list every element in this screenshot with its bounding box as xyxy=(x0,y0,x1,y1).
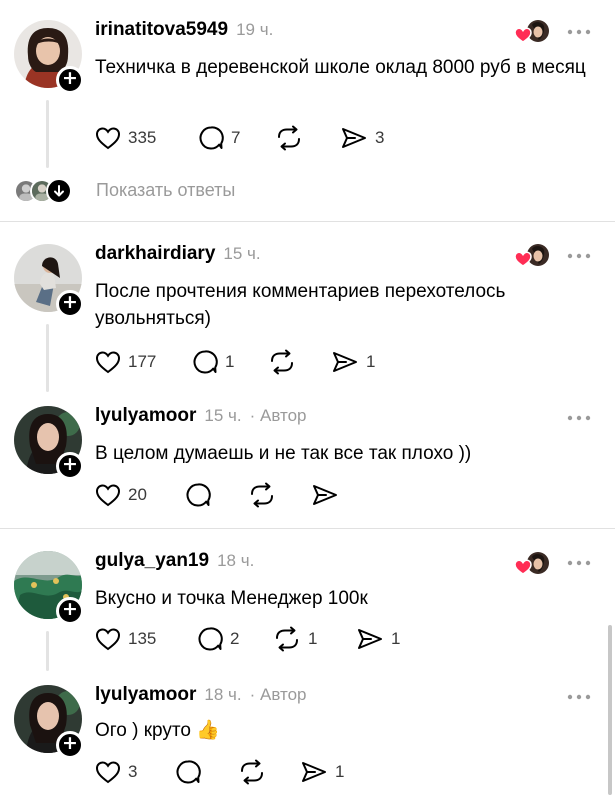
follow-plus-icon[interactable]: + xyxy=(56,597,84,625)
comment-icon xyxy=(185,482,211,508)
username[interactable]: darkhairdiary xyxy=(95,243,215,265)
repost-icon xyxy=(273,626,301,652)
timestamp: 18 ч. xyxy=(204,685,242,704)
comment-button[interactable]: 1 xyxy=(192,347,234,377)
repost-count: 1 xyxy=(308,629,318,648)
comment-button[interactable] xyxy=(185,480,211,510)
comment-count: 2 xyxy=(230,629,240,648)
repost-button[interactable] xyxy=(275,123,310,153)
repost-button[interactable]: 1 xyxy=(273,624,317,654)
like-count: 335 xyxy=(128,128,157,147)
comment-icon xyxy=(175,759,201,785)
repost-button[interactable] xyxy=(238,757,266,787)
share-icon xyxy=(331,350,359,374)
like-button[interactable]: 3 xyxy=(95,757,137,787)
show-replies-link[interactable]: Показать ответы xyxy=(96,180,235,201)
timestamp: 19 ч. xyxy=(236,20,274,39)
repost-icon xyxy=(268,349,296,375)
share-count: 3 xyxy=(375,128,385,147)
thread-line xyxy=(46,631,49,671)
like-count: 3 xyxy=(128,762,138,781)
follow-plus-icon[interactable]: + xyxy=(56,66,84,94)
repost-icon xyxy=(248,482,276,508)
repost-button[interactable] xyxy=(268,347,303,377)
author-tag: · Автор xyxy=(249,685,307,704)
comment-count: 7 xyxy=(231,128,241,147)
share-icon xyxy=(300,760,328,784)
like-count: 177 xyxy=(128,352,157,371)
liked-by-author-icon xyxy=(514,17,550,45)
post-text: Ого ) круто 👍 xyxy=(95,720,220,741)
post-text: После прочтения комментариев перехотелос… xyxy=(95,281,506,329)
comment-count: 1 xyxy=(225,352,235,371)
share-icon xyxy=(356,627,384,651)
more-options-icon[interactable] xyxy=(567,558,591,568)
more-options-icon[interactable] xyxy=(567,27,591,37)
liked-by-author-icon xyxy=(514,241,550,269)
chevron-down-icon xyxy=(46,178,72,204)
repost-button[interactable] xyxy=(248,480,276,510)
avatar[interactable]: + xyxy=(14,244,84,318)
like-button[interactable]: 335 xyxy=(95,123,156,153)
comment-icon xyxy=(192,349,218,375)
comment-icon xyxy=(198,125,224,151)
timestamp: 15 ч. xyxy=(223,244,261,263)
follow-plus-icon[interactable]: + xyxy=(56,452,84,480)
username[interactable]: irinatitova5949 xyxy=(95,19,228,41)
repost-icon xyxy=(275,125,303,151)
more-options-icon[interactable] xyxy=(567,251,591,261)
username[interactable]: lyulyamoor xyxy=(95,405,196,427)
divider xyxy=(0,221,615,222)
comment-button[interactable]: 2 xyxy=(197,624,239,654)
username[interactable]: gulya_yan19 xyxy=(95,550,209,572)
thread-line xyxy=(46,100,49,168)
post-text: В целом думаешь и не так все так плохо )… xyxy=(95,443,472,464)
thread-line xyxy=(46,324,49,392)
repost-icon xyxy=(238,759,266,785)
share-button[interactable]: 3 xyxy=(340,123,384,153)
divider xyxy=(0,528,615,529)
heart-icon xyxy=(95,483,121,507)
avatar[interactable]: + xyxy=(14,406,84,480)
like-button[interactable]: 20 xyxy=(95,480,147,510)
like-count: 20 xyxy=(128,485,147,504)
post-text: Техничка в деревенской школе оклад 8000 … xyxy=(95,57,586,78)
share-icon xyxy=(340,126,368,150)
follow-plus-icon[interactable]: + xyxy=(56,731,84,759)
heart-icon xyxy=(95,627,121,651)
avatar[interactable]: + xyxy=(14,20,84,94)
share-count: 1 xyxy=(391,629,401,648)
share-button[interactable]: 1 xyxy=(331,347,375,377)
avatar[interactable]: + xyxy=(14,685,84,759)
heart-icon xyxy=(95,350,121,374)
timestamp: 18 ч. xyxy=(217,551,255,570)
share-button[interactable]: 1 xyxy=(300,757,344,787)
comment-button[interactable]: 7 xyxy=(198,123,240,153)
replies-avatars[interactable] xyxy=(14,177,72,205)
share-count: 1 xyxy=(366,352,376,371)
share-button[interactable]: 1 xyxy=(356,624,400,654)
timestamp: 15 ч. xyxy=(204,406,242,425)
comment-icon xyxy=(197,626,223,652)
scrollbar[interactable] xyxy=(608,625,612,795)
more-options-icon[interactable] xyxy=(567,692,591,702)
comment-button[interactable] xyxy=(175,757,201,787)
post-text: Вкусно и точка Менеджер 100к xyxy=(95,588,368,609)
like-button[interactable]: 177 xyxy=(95,347,156,377)
follow-plus-icon[interactable]: + xyxy=(56,290,84,318)
heart-icon xyxy=(95,760,121,784)
share-count: 1 xyxy=(335,762,345,781)
author-tag: · Автор xyxy=(249,406,307,425)
share-icon xyxy=(311,483,339,507)
like-button[interactable]: 135 xyxy=(95,624,156,654)
liked-by-author-icon xyxy=(514,549,550,577)
avatar[interactable]: + xyxy=(14,551,84,625)
heart-icon xyxy=(95,126,121,150)
more-options-icon[interactable] xyxy=(567,413,591,423)
share-button[interactable] xyxy=(311,480,339,510)
like-count: 135 xyxy=(128,629,157,648)
username[interactable]: lyulyamoor xyxy=(95,684,196,706)
